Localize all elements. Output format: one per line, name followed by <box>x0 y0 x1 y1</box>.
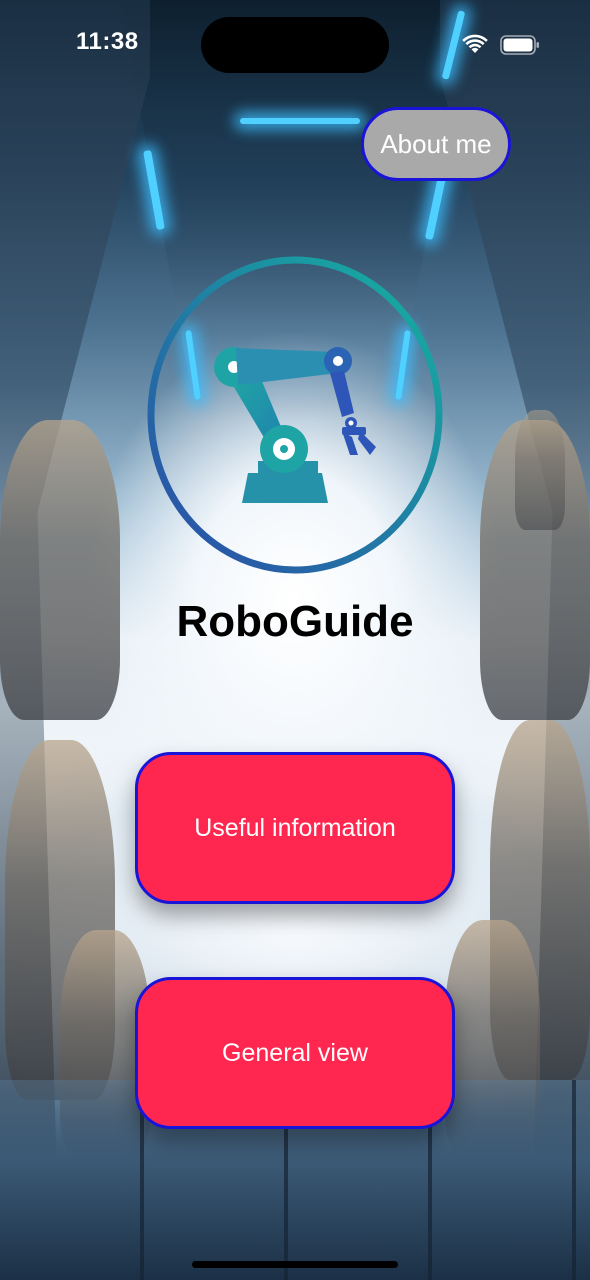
robot-arm-icon <box>147 256 443 574</box>
useful-information-button[interactable]: Useful information <box>135 752 455 904</box>
app-title: RoboGuide <box>176 597 414 646</box>
wifi-icon <box>462 34 488 53</box>
dynamic-island <box>201 17 389 73</box>
home-indicator[interactable] <box>192 1261 398 1268</box>
app-screen: 11:38 About me RoboGuide Useful informat… <box>0 0 590 1280</box>
general-view-button[interactable]: General view <box>135 977 455 1129</box>
status-time: 11:38 <box>76 28 139 55</box>
battery-icon <box>500 35 539 55</box>
about-me-button[interactable]: About me <box>361 107 511 181</box>
status-bar: 11:38 <box>0 0 590 90</box>
